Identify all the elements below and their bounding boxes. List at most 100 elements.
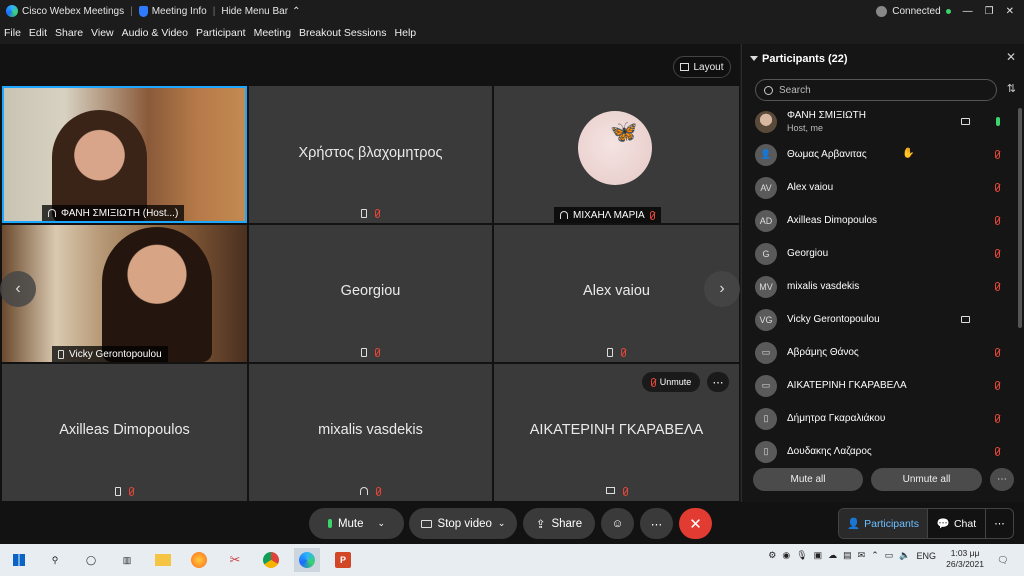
- snipping-tool-icon[interactable]: ✂: [222, 548, 248, 572]
- close-icon: ✕: [689, 515, 702, 533]
- connection-icon: [876, 5, 888, 17]
- file-explorer-icon[interactable]: [150, 548, 176, 572]
- avatar: MV: [755, 275, 777, 298]
- network-icon[interactable]: ▭: [885, 550, 894, 561]
- muted-mic-icon: [995, 150, 1000, 159]
- start-button[interactable]: [6, 548, 32, 572]
- tile-label: Vicky Gerontopoulou: [52, 346, 168, 362]
- tile-status-icons: [494, 348, 739, 357]
- participants-toggle-button[interactable]: 👤 Participants: [839, 509, 927, 538]
- tray-icon[interactable]: ☁: [828, 550, 837, 561]
- more-panels-button[interactable]: ⋯: [985, 509, 1013, 538]
- microphone-icon: [327, 519, 332, 528]
- mic-tray-icon[interactable]: 🎙: [796, 550, 807, 561]
- menu-bar: File Edit Share View Audio & Video Parti…: [0, 22, 1024, 44]
- collapse-caret-icon[interactable]: [750, 56, 758, 61]
- muted-mic-icon: [995, 216, 1000, 225]
- chrome-icon[interactable]: [258, 548, 284, 572]
- chevron-down-icon: ⌄: [497, 518, 506, 528]
- tray-icon[interactable]: ✉: [858, 550, 866, 561]
- avatar: ▯: [755, 407, 777, 430]
- more-options-button[interactable]: ⋯: [640, 508, 673, 539]
- participant-row[interactable]: AV Alex vaiou: [742, 171, 1018, 204]
- participant-row[interactable]: ΦΑΝΗ ΣΜΙΞΙΩΤΗ Host, me: [742, 105, 1018, 138]
- video-tile[interactable]: ΑΙΚΑΤΕΡΙΝΗ ΓΚΑΡΑΒΕΛΑ: [494, 364, 739, 501]
- menu-view[interactable]: View: [87, 27, 118, 39]
- close-panel-button[interactable]: ✕: [1006, 50, 1016, 64]
- layout-button[interactable]: Layout: [673, 56, 731, 78]
- search-icon[interactable]: ⚲: [42, 548, 68, 572]
- avatar: ▯: [755, 440, 777, 463]
- participant-row[interactable]: ▭ Αβράμης Θάνος: [742, 336, 1018, 369]
- stop-video-button[interactable]: Stop video ⌄: [409, 508, 517, 539]
- notifications-icon[interactable]: 🗨: [990, 548, 1016, 572]
- mute-all-button[interactable]: Mute all: [753, 468, 863, 491]
- clock[interactable]: 1:03 μμ 26/3/2021: [946, 548, 984, 570]
- participant-row[interactable]: G Georgiou: [742, 237, 1018, 270]
- menu-participant[interactable]: Participant: [192, 27, 250, 39]
- minimize-button[interactable]: —: [963, 6, 973, 17]
- avatar: [755, 110, 777, 133]
- video-tile-host[interactable]: ΦΑΝΗ ΣΜΙΞΙΩΤΗ (Host...): [2, 86, 247, 223]
- powerpoint-icon[interactable]: P: [330, 548, 356, 572]
- video-tile[interactable]: 🦋 ΜΙΧΑΗΛ ΜΑΡΙΑ: [494, 86, 739, 223]
- unmute-all-button[interactable]: Unmute all: [871, 468, 982, 491]
- restore-button[interactable]: ❐: [985, 6, 994, 17]
- participant-row[interactable]: ▯ Δουδακης Λαζαρος: [742, 435, 1018, 468]
- participant-row[interactable]: VG Vicky Gerontopoulou: [742, 303, 1018, 336]
- chevron-up-icon[interactable]: ⌃: [871, 550, 879, 561]
- participant-row[interactable]: MV mixalis vasdekis: [742, 270, 1018, 303]
- video-tile[interactable]: Vicky Gerontopoulou: [2, 225, 247, 362]
- share-button[interactable]: ⇪ Share: [523, 508, 595, 539]
- more-options-button[interactable]: ⋯: [707, 372, 729, 392]
- hide-menu-bar-button[interactable]: Hide Menu Bar ⌃: [215, 6, 306, 17]
- person-icon: 👤: [847, 518, 861, 530]
- monitor-icon: [605, 487, 615, 494]
- video-tile[interactable]: Alex vaiou: [494, 225, 739, 362]
- participant-row[interactable]: ▭ ΑΙΚΑΤΕΡΙΝΗ ΓΚΑΡΑΒΕΛΑ: [742, 369, 1018, 402]
- language-indicator[interactable]: ENG: [916, 551, 936, 561]
- unmute-button[interactable]: Unmute: [642, 372, 700, 392]
- reactions-button[interactable]: ☺: [601, 508, 634, 539]
- firefox-icon[interactable]: [186, 548, 212, 572]
- tray-icon[interactable]: ▣: [814, 550, 823, 561]
- previous-page-arrow[interactable]: ‹: [0, 271, 36, 307]
- avatar: G: [755, 242, 777, 265]
- participant-row[interactable]: AD Axilleas Dimopoulos: [742, 204, 1018, 237]
- next-page-arrow[interactable]: ›: [704, 271, 740, 307]
- video-tile[interactable]: Χρήστος βλαχομητρος: [249, 86, 492, 223]
- video-tile[interactable]: mixalis vasdekis: [249, 364, 492, 501]
- search-input[interactable]: Search: [755, 79, 997, 101]
- sort-icon[interactable]: ⇅: [1007, 82, 1016, 95]
- video-tile[interactable]: Axilleas Dimopoulos: [2, 364, 247, 501]
- scrollbar[interactable]: [1018, 108, 1022, 328]
- muted-mic-icon: [649, 210, 655, 220]
- menu-edit[interactable]: Edit: [25, 27, 51, 39]
- muted-mic-icon: [621, 348, 626, 357]
- menu-breakout[interactable]: Breakout Sessions: [295, 27, 391, 39]
- end-meeting-button[interactable]: ✕: [679, 508, 712, 539]
- menu-help[interactable]: Help: [391, 27, 421, 39]
- close-window-button[interactable]: ✕: [1006, 6, 1014, 17]
- chat-toggle-button[interactable]: 💬 Chat: [927, 509, 985, 538]
- meeting-info-button[interactable]: Meeting Info: [133, 5, 213, 17]
- volume-icon[interactable]: 🔈: [899, 550, 910, 561]
- menu-audio-video[interactable]: Audio & Video: [118, 27, 192, 39]
- participant-row[interactable]: 👤 Θωμας Αρβανιτας ✋: [742, 138, 1018, 171]
- cortana-icon[interactable]: ◯: [78, 548, 104, 572]
- tray-icon[interactable]: ⚙: [768, 550, 776, 561]
- more-options-button[interactable]: ⋯: [990, 468, 1014, 491]
- webex-taskbar-icon[interactable]: [294, 548, 320, 572]
- tray-icon[interactable]: ◉: [782, 550, 790, 561]
- phone-icon: [361, 209, 367, 218]
- muted-mic-icon: [995, 183, 1000, 192]
- menu-file[interactable]: File: [0, 27, 25, 39]
- menu-meeting[interactable]: Meeting: [250, 27, 295, 39]
- video-tile[interactable]: Georgiou: [249, 225, 492, 362]
- task-view-icon[interactable]: ▥: [114, 548, 140, 572]
- menu-share[interactable]: Share: [51, 27, 87, 39]
- tray-icon[interactable]: ▤: [843, 550, 852, 561]
- participant-row[interactable]: ▯ Δήμητρα Γκαραλιάκου: [742, 402, 1018, 435]
- avatar: AV: [755, 176, 777, 199]
- mute-button[interactable]: Mute ⌄: [309, 508, 404, 539]
